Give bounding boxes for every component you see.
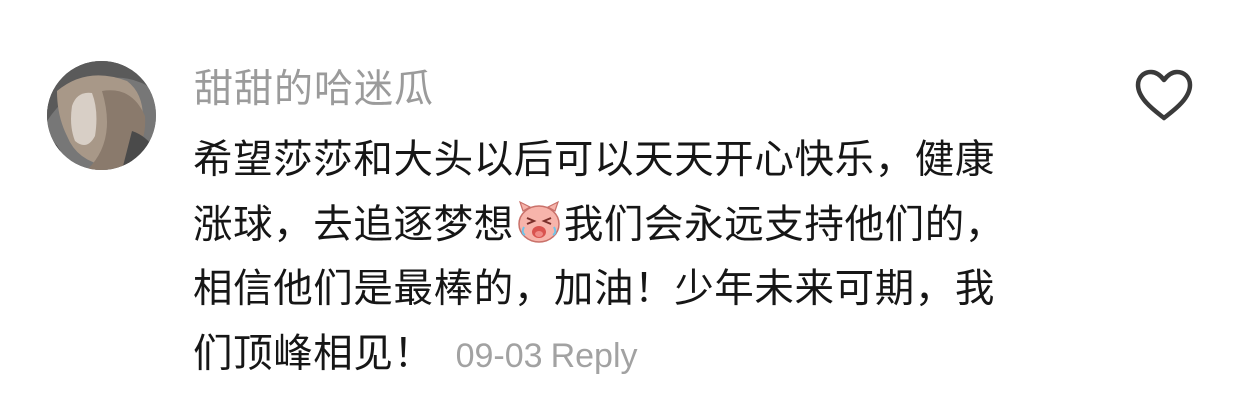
comment-line: 相信他们是最棒的，加油！少年未来可期，我 xyxy=(193,266,995,312)
comment-text-segment: 我们会永远支持他们的， xyxy=(563,201,1005,248)
comment-text: 希望莎莎和大头以后可以天天开心快乐，健康 涨球，去追逐梦想 我们会永远支持他们的… xyxy=(193,128,1073,388)
comment-text-segment: 涨球，去追逐梦想 xyxy=(193,201,514,248)
like-button[interactable] xyxy=(1134,68,1194,122)
avatar-image xyxy=(47,61,156,170)
crying-pig-face-emoji-icon xyxy=(516,199,562,245)
username[interactable]: 甜甜的哈迷瓜 xyxy=(194,66,434,114)
comment-line: 涨球，去追逐梦想 我们会永远支持他们的， xyxy=(193,193,1073,258)
reply-button[interactable]: Reply xyxy=(551,337,638,375)
comment-line: 们顶峰相见！ 09-03 Reply xyxy=(193,322,1073,389)
comment-line: 希望莎莎和大头以后可以天天开心快乐，健康 xyxy=(193,137,995,183)
heart-outline-icon xyxy=(1135,69,1193,121)
comment-date: 09-03 xyxy=(455,336,543,375)
comment-text-segment: 们顶峰相见！ xyxy=(193,330,434,377)
comment-item: 甜甜的哈迷瓜 希望莎莎和大头以后可以天天开心快乐，健康 涨球，去追逐梦想 我们会… xyxy=(0,0,1242,404)
user-avatar[interactable] xyxy=(47,61,156,170)
